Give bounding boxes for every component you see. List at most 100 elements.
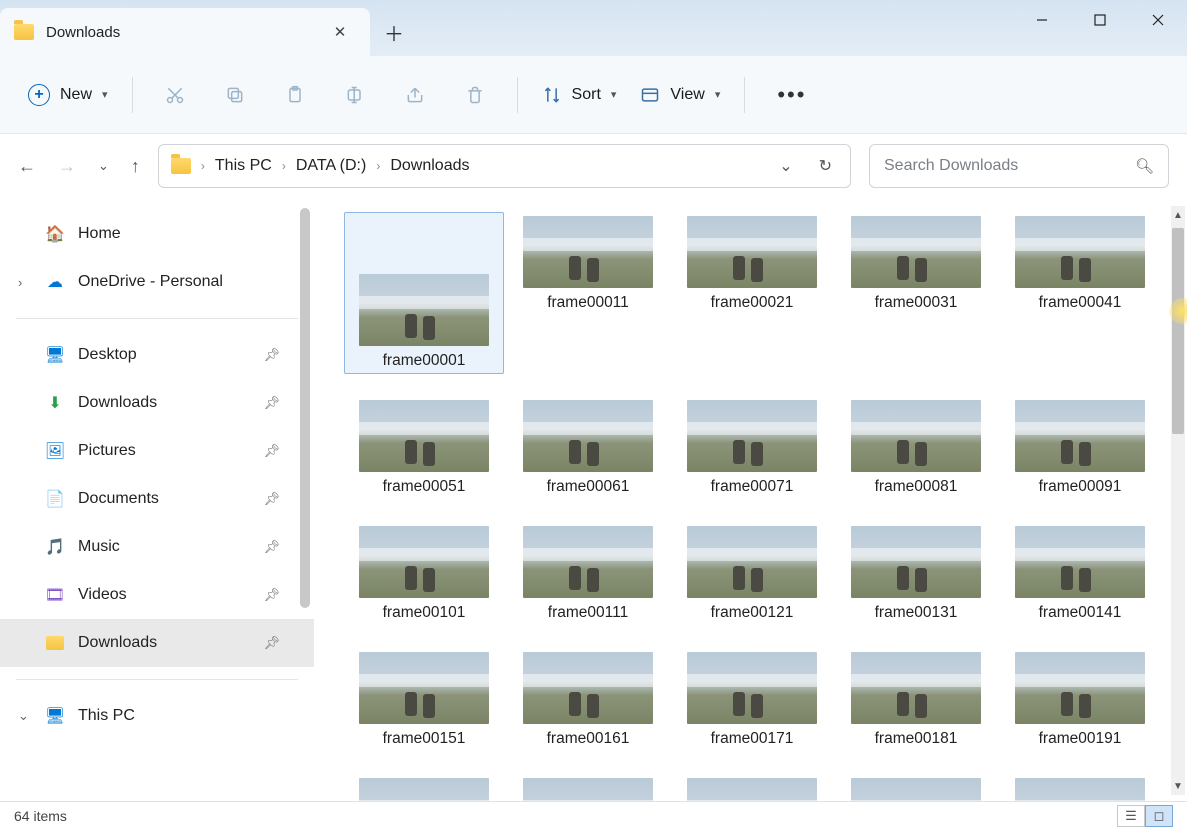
file-item[interactable]: frame00011	[508, 212, 668, 374]
file-item[interactable]: frame00131	[836, 522, 996, 626]
new-button[interactable]: + New ▾	[18, 76, 118, 114]
file-item[interactable]: frame00051	[344, 396, 504, 500]
file-item[interactable]: frame00081	[836, 396, 996, 500]
sidebar-item-downloads[interactable]: ⬇ Downloads 📌︎	[0, 379, 314, 427]
back-button[interactable]: ←	[18, 156, 36, 177]
sort-label: Sort	[572, 86, 601, 104]
scroll-up-button[interactable]: ▲	[1171, 206, 1185, 224]
refresh-button[interactable]: ↻	[811, 152, 840, 180]
sidebar-item-videos[interactable]: 🎞 Videos 📌︎	[0, 571, 314, 619]
videos-icon: 🎞	[44, 584, 66, 606]
file-item[interactable]: frame00141	[1000, 522, 1160, 626]
file-item[interactable]	[672, 774, 832, 801]
sidebar-item-documents[interactable]: 📄 Documents 📌︎	[0, 475, 314, 523]
scroll-thumb[interactable]	[1172, 228, 1184, 434]
breadcrumb-folder[interactable]: Downloads	[390, 157, 469, 175]
chevron-right-icon[interactable]: ›	[18, 275, 22, 290]
thumbnail	[687, 778, 817, 801]
chevron-down-icon[interactable]: ⌄	[18, 708, 29, 724]
view-button[interactable]: View ▾	[630, 77, 730, 113]
sidebar-item-label: Pictures	[78, 442, 136, 460]
status-bar: 64 items ☰ ◻	[0, 801, 1187, 829]
breadcrumb-thispc[interactable]: This PC	[215, 157, 272, 175]
file-item[interactable]: frame00181	[836, 648, 996, 752]
file-item[interactable]: frame00121	[672, 522, 832, 626]
content-scrollbar[interactable]: ▲ ▼	[1171, 206, 1185, 795]
breadcrumb-drive[interactable]: DATA (D:)	[296, 157, 367, 175]
pin-icon: 📌︎	[263, 347, 280, 363]
file-item[interactable]	[836, 774, 996, 801]
file-item[interactable]: frame00061	[508, 396, 668, 500]
file-name: frame00171	[711, 730, 794, 748]
close-window-button[interactable]	[1129, 0, 1187, 40]
file-item[interactable]	[508, 774, 668, 801]
file-item[interactable]: frame00151	[344, 648, 504, 752]
delete-button[interactable]	[447, 77, 503, 113]
file-item[interactable]: frame00191	[1000, 648, 1160, 752]
sort-button[interactable]: Sort ▾	[532, 77, 627, 113]
file-item[interactable]: frame00031	[836, 212, 996, 374]
file-item[interactable]: frame00101	[344, 522, 504, 626]
sidebar-item-label: Music	[78, 538, 120, 556]
sidebar-item-desktop[interactable]: 🖥 Desktop 📌︎	[0, 331, 314, 379]
file-name: frame00131	[875, 604, 958, 622]
up-button[interactable]: ↑	[131, 156, 140, 177]
sidebar-item-label: OneDrive - Personal	[78, 273, 223, 291]
address-dropdown-button[interactable]: ⌄	[771, 152, 800, 180]
pin-icon: 📌︎	[263, 539, 280, 555]
share-button[interactable]	[387, 77, 443, 113]
address-bar[interactable]: › This PC › DATA (D:) › Downloads ⌄ ↻	[158, 144, 851, 188]
file-item[interactable]	[344, 774, 504, 801]
sidebar-item-pictures[interactable]: 🖼 Pictures 📌︎	[0, 427, 314, 475]
tab-title: Downloads	[46, 24, 314, 41]
file-item[interactable]: frame00021	[672, 212, 832, 374]
sidebar-item-onedrive[interactable]: › ☁ OneDrive - Personal	[0, 258, 314, 306]
maximize-button[interactable]	[1071, 0, 1129, 40]
thumbnail	[359, 652, 489, 724]
search-box[interactable]: 🔍︎	[869, 144, 1169, 188]
file-item[interactable]: frame00041	[1000, 212, 1160, 374]
download-icon: ⬇	[44, 392, 66, 414]
minimize-button[interactable]	[1013, 0, 1071, 40]
sidebar-item-label: Downloads	[78, 394, 157, 412]
file-item[interactable]	[1000, 774, 1160, 801]
sidebar-item-downloads-folder[interactable]: Downloads 📌︎	[0, 619, 314, 667]
details-view-button[interactable]: ☰	[1117, 805, 1145, 827]
paste-button[interactable]	[267, 77, 323, 113]
file-list[interactable]: frame00001 frame00011 frame00021 frame00…	[314, 198, 1187, 801]
file-name: frame00151	[383, 730, 466, 748]
chevron-down-icon: ▾	[611, 88, 617, 101]
file-name: frame00011	[547, 294, 629, 312]
folder-icon	[44, 632, 66, 654]
forward-button[interactable]: →	[58, 156, 76, 177]
file-item[interactable]: frame00171	[672, 648, 832, 752]
file-name: frame00111	[548, 604, 628, 622]
file-item[interactable]: frame00111	[508, 522, 668, 626]
file-item[interactable]: frame00091	[1000, 396, 1160, 500]
sidebar-scrollbar[interactable]	[300, 208, 310, 608]
sidebar-item-label: This PC	[78, 707, 135, 725]
file-item[interactable]: frame00161	[508, 648, 668, 752]
file-item[interactable]: frame00071	[672, 396, 832, 500]
cut-button[interactable]	[147, 77, 203, 113]
new-tab-button[interactable]: ＋	[370, 8, 418, 56]
pin-icon: 📌︎	[263, 395, 280, 411]
close-tab-button[interactable]: ✕	[326, 18, 354, 46]
search-input[interactable]	[884, 157, 1125, 175]
thumbnails-view-button[interactable]: ◻	[1145, 805, 1173, 827]
file-name: frame00081	[875, 478, 958, 496]
file-item[interactable]: frame00001	[344, 212, 504, 374]
more-button[interactable]: •••	[759, 74, 824, 116]
home-icon: 🏠	[44, 223, 66, 245]
scroll-down-button[interactable]: ▼	[1171, 777, 1185, 795]
tab-downloads[interactable]: Downloads ✕	[0, 8, 370, 56]
copy-button[interactable]	[207, 77, 263, 113]
sidebar-item-music[interactable]: 🎵 Music 📌︎	[0, 523, 314, 571]
sidebar-item-home[interactable]: 🏠 Home	[0, 210, 314, 258]
rename-button[interactable]	[327, 77, 383, 113]
thumbnail	[851, 400, 981, 472]
sidebar-item-label: Videos	[78, 586, 127, 604]
recent-locations-button[interactable]: ⌄	[98, 158, 109, 174]
file-name: frame00021	[711, 294, 794, 312]
sidebar-item-thispc[interactable]: ⌄ 🖥 This PC	[0, 692, 314, 740]
